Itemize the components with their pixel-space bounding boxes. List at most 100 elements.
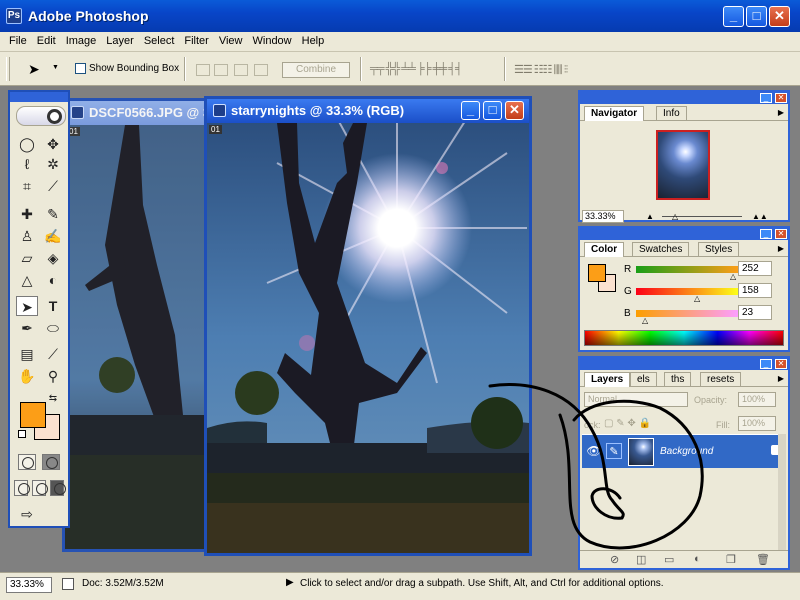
menu-image[interactable]: Image [61, 32, 102, 47]
eraser-tool-icon[interactable]: ▱ [16, 248, 38, 268]
crop-tool-icon[interactable]: ⌗ [16, 176, 38, 196]
distribute-icons[interactable]: ☰☰ ☷☷ ⫼⫼ ⫶⫶ [514, 63, 568, 77]
jump-to-imageready-icon[interactable]: ⇨ [16, 504, 38, 524]
combine-button[interactable]: Combine [282, 62, 350, 78]
path-selection-tool-icon[interactable]: ➤ [28, 61, 40, 78]
foreground-color-swatch[interactable] [20, 402, 46, 428]
shape-tool-icon[interactable]: ⬭ [42, 318, 64, 338]
palette-menu-icon[interactable]: ▶ [778, 244, 784, 253]
new-group-icon[interactable]: ▭ [664, 553, 674, 566]
photo-canvas[interactable] [207, 123, 529, 553]
adjustment-layer-icon[interactable]: ◐ [694, 553, 701, 565]
palette-minimize-button[interactable]: _ [760, 229, 772, 239]
layer-row-background[interactable]: 👁 ✎ Background [582, 434, 786, 468]
photoshop-logo[interactable] [16, 106, 66, 126]
notes-tool-icon[interactable]: ▤ [16, 344, 38, 364]
toolbox-title-bar[interactable] [10, 92, 68, 102]
add-shape-area-icon[interactable] [196, 64, 210, 76]
palette-title-bar[interactable]: _ ✕ [580, 228, 788, 240]
tab-info[interactable]: Info [656, 106, 687, 121]
tool-preset-dropdown-icon[interactable]: ▼ [52, 64, 59, 71]
palette-close-button[interactable]: ✕ [775, 93, 787, 103]
document-window-dscf0566[interactable]: DSCF0566.JPG @ 3 01 [62, 98, 210, 552]
color-foreground-swatch[interactable] [588, 264, 606, 282]
paint-bucket-tool-icon[interactable]: ◈ [42, 248, 64, 268]
tab-color[interactable]: Color [584, 242, 625, 257]
channel-b-field[interactable]: 23 [738, 305, 772, 320]
blur-tool-icon[interactable]: △ [16, 270, 38, 290]
hand-tool-icon[interactable]: ✋ [16, 366, 38, 386]
brush-tool-icon[interactable]: ✎ [42, 204, 64, 224]
marquee-tool-icon[interactable]: ◯ [16, 134, 38, 154]
swap-colors-icon[interactable]: ⇆ [46, 392, 60, 406]
lock-icons[interactable]: ▢ ✎ ✥ 🔒 [604, 418, 651, 429]
default-colors-icon[interactable] [18, 430, 26, 438]
layer-mask-icon[interactable]: ◫ [636, 553, 646, 566]
new-layer-icon[interactable]: ❐ [726, 553, 736, 566]
slice-tool-icon[interactable]: ⟋ [42, 176, 64, 196]
tab-layers[interactable]: Layers [584, 372, 631, 387]
tab-styles[interactable]: Styles [698, 242, 740, 257]
layer-thumbnail[interactable] [628, 438, 654, 466]
zoom-in-icon[interactable]: ▲▲ [752, 212, 768, 221]
channel-r-field[interactable]: 252 [738, 261, 772, 276]
minimize-button[interactable]: _ [723, 6, 744, 27]
type-tool-icon[interactable]: T [42, 296, 64, 316]
menu-filter[interactable]: Filter [179, 32, 213, 47]
pen-tool-icon[interactable]: ✒ [16, 318, 38, 338]
tab-navigator[interactable]: Navigator [584, 106, 645, 121]
navigator-thumbnail[interactable] [656, 130, 710, 200]
menu-file[interactable]: File [4, 32, 32, 47]
layers-scrollbar[interactable] [778, 434, 786, 552]
tab-swatches[interactable]: Swatches [632, 242, 690, 257]
document-info-icon[interactable] [62, 578, 74, 590]
status-zoom-field[interactable]: 33.33% [6, 577, 52, 593]
document-title-bar[interactable]: DSCF0566.JPG @ 3 [65, 101, 207, 125]
zoom-out-icon[interactable]: ▲ [646, 212, 654, 221]
channel-g-field[interactable]: 158 [738, 283, 772, 298]
healing-brush-tool-icon[interactable]: ✚ [16, 204, 38, 224]
palette-minimize-button[interactable]: _ [760, 359, 772, 369]
close-button[interactable]: ✕ [769, 6, 790, 27]
menu-help[interactable]: Help [297, 32, 330, 47]
title-bar[interactable]: Ps Adobe Photoshop _ □ ✕ [0, 0, 800, 32]
quick-mask-mode-icon[interactable] [42, 454, 60, 470]
palette-minimize-button[interactable]: _ [760, 93, 772, 103]
navigator-zoom-field[interactable]: 33.33% [582, 210, 624, 223]
status-menu-arrow-icon[interactable]: ▶ [286, 577, 294, 588]
zoom-tool-icon[interactable]: ⚲ [42, 366, 64, 386]
palette-title-bar[interactable]: _ ✕ [580, 92, 788, 104]
palette-close-button[interactable]: ✕ [775, 359, 787, 369]
history-brush-tool-icon[interactable]: ✍ [42, 226, 64, 246]
eyedropper-tool-icon[interactable]: ⟋ [42, 344, 64, 364]
palette-title-bar[interactable]: _ ✕ [580, 358, 788, 370]
show-bounding-box-checkbox[interactable] [75, 63, 86, 74]
subtract-shape-area-icon[interactable] [214, 64, 228, 76]
menu-view[interactable]: View [214, 32, 248, 47]
document-title-bar[interactable]: starrynights @ 33.3% (RGB) _ □ ✕ [207, 99, 529, 123]
path-selection-tool-icon[interactable]: ➤ [16, 296, 38, 316]
color-ramp[interactable] [584, 330, 784, 346]
align-icons[interactable]: ╤╤ ╬╬ ╧╧ ╞╞ ╪╪ ╡╡ [370, 63, 463, 75]
fill-field[interactable]: 100% [738, 416, 776, 431]
menu-layer[interactable]: Layer [101, 32, 139, 47]
channel-g-slider[interactable]: △ [636, 288, 738, 303]
eye-icon[interactable]: 👁 [586, 443, 602, 459]
menu-select[interactable]: Select [139, 32, 180, 47]
clone-stamp-tool-icon[interactable]: ♙ [16, 226, 38, 246]
options-bar-grip[interactable] [6, 57, 10, 81]
maximize-button[interactable]: □ [746, 6, 767, 27]
dodge-tool-icon[interactable]: ◐ [42, 270, 64, 290]
doc-close-button[interactable]: ✕ [505, 101, 524, 120]
trash-icon[interactable]: 🗑 [756, 553, 770, 566]
palette-close-button[interactable]: ✕ [775, 229, 787, 239]
lasso-tool-icon[interactable]: ℓ [16, 154, 38, 174]
channel-r-slider[interactable]: △ [636, 266, 738, 281]
menu-edit[interactable]: Edit [32, 32, 61, 47]
screen-mode-full-menu-icon[interactable] [32, 480, 48, 496]
layer-style-icon[interactable]: ⊘ [610, 553, 619, 566]
brush-icon[interactable]: ✎ [606, 443, 622, 459]
move-tool-icon[interactable]: ✥ [42, 134, 64, 154]
channel-b-slider[interactable]: △ [636, 310, 738, 325]
tab-channels[interactable]: els [630, 372, 657, 387]
